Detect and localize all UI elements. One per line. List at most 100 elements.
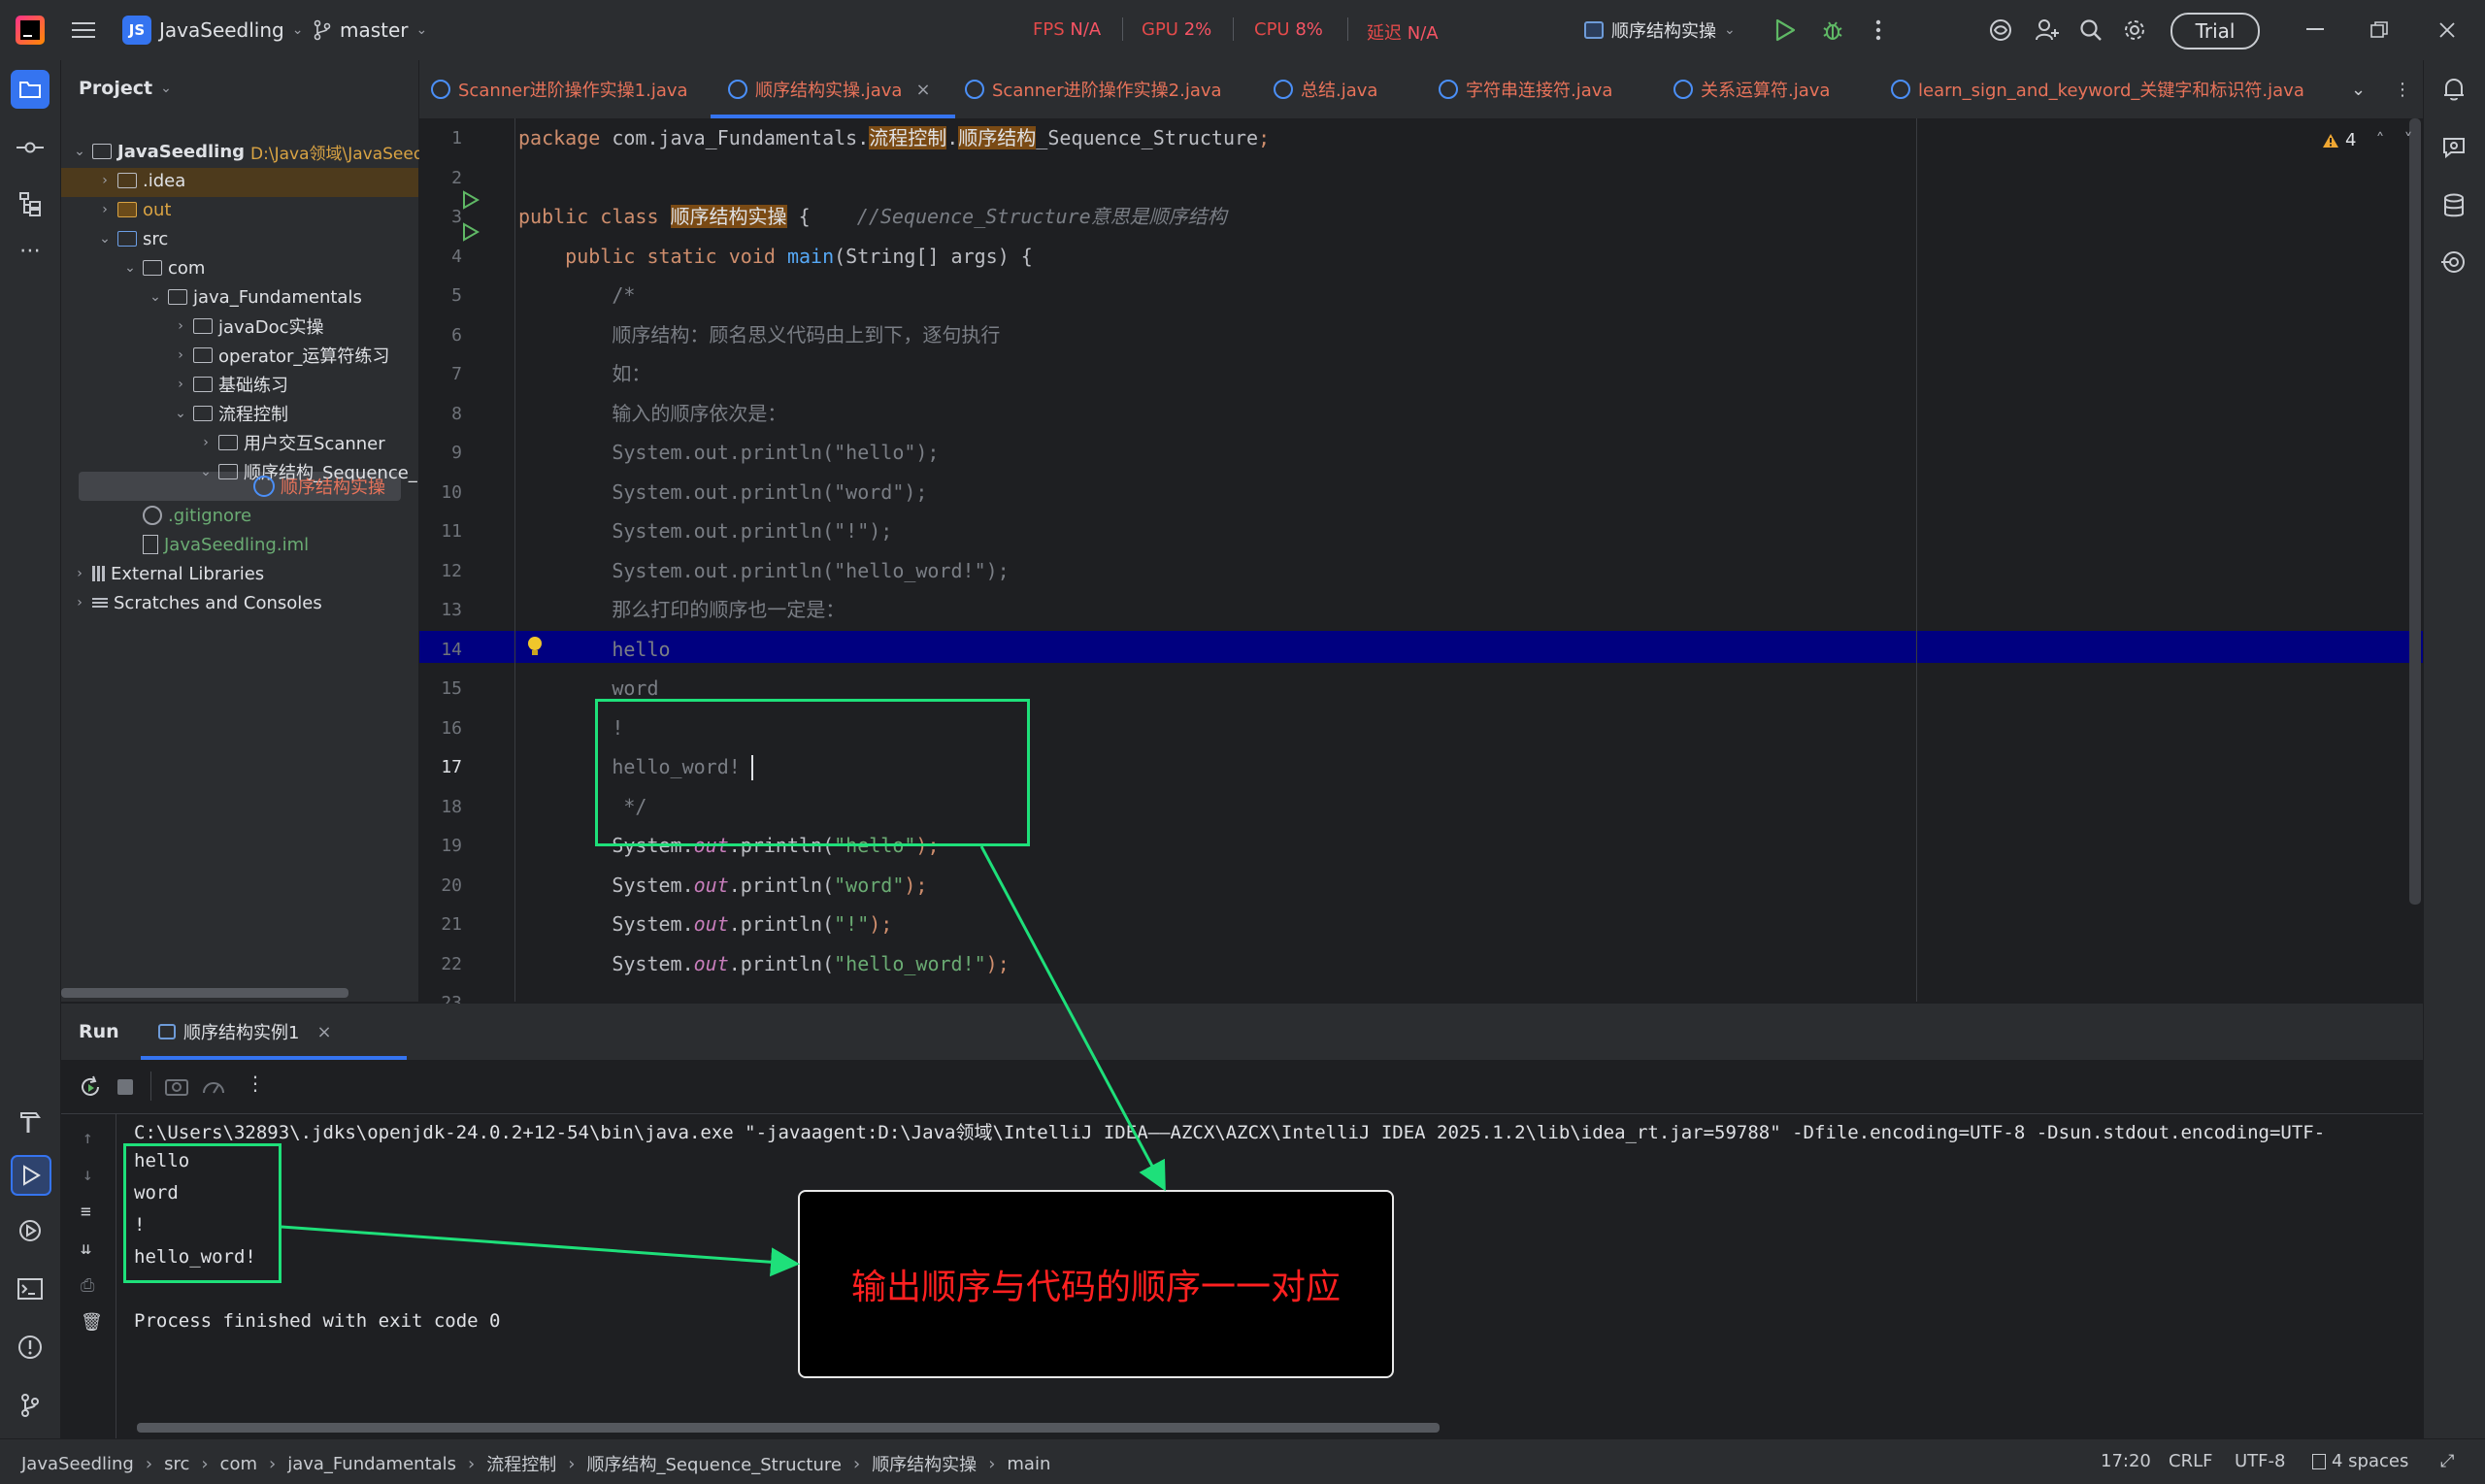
structure-tool-button[interactable] <box>13 186 48 221</box>
run-panel-title: Run <box>79 1021 119 1042</box>
tree-item-module[interactable]: ⌄ JavaSeedling D:\Java领域\JavaSeed <box>73 137 424 166</box>
run-button[interactable] <box>1774 0 1796 60</box>
soft-wrap-icon[interactable]: ≡ <box>81 1202 91 1222</box>
tree-item-scratches[interactable]: › Scratches and Consoles <box>73 588 322 617</box>
print-icon[interactable]: ⎙ <box>81 1275 94 1296</box>
scroll-up-icon[interactable]: ↑ <box>83 1128 93 1148</box>
lightbulb-icon[interactable] <box>526 636 544 657</box>
warning-icon <box>2323 133 2338 148</box>
run-tab[interactable]: 顺序结构实例1 × <box>158 1004 332 1060</box>
tree-item-iml[interactable]: JavaSeedling.iml <box>123 530 309 559</box>
main-menu-icon[interactable] <box>72 0 95 60</box>
tree-item-sequence-class[interactable]: 顺序结构实操 <box>253 472 385 501</box>
file-encoding[interactable]: UTF-8 <box>2235 1451 2285 1471</box>
problems-tool-button[interactable] <box>13 1330 48 1365</box>
scroll-down-icon[interactable]: ↓ <box>83 1165 93 1185</box>
caret-position[interactable]: 17:20 <box>2101 1451 2151 1471</box>
breadcrumb-item[interactable]: com <box>220 1454 257 1474</box>
breadcrumb-item[interactable]: main <box>1007 1454 1050 1474</box>
code-line: System.out.println("!"); <box>518 519 893 543</box>
chevron-down-icon: ⌄ <box>415 22 428 38</box>
gear-icon[interactable] <box>2122 0 2147 60</box>
chevron-down-icon[interactable]: ˅ <box>2403 130 2412 150</box>
branch-switcher[interactable]: master ⌄ <box>313 0 427 60</box>
database-icon[interactable] <box>2436 188 2471 223</box>
tab-string-concat[interactable]: 字符串连接符.java <box>1439 60 1612 118</box>
app-logo-icon[interactable] <box>16 0 45 60</box>
java-class-icon <box>1274 80 1293 99</box>
branch-name: master <box>340 18 409 42</box>
tab-keywords[interactable]: learn_sign_and_keyword_关键字和标识符.java <box>1891 60 2304 118</box>
services-tool-button[interactable] <box>13 1213 48 1248</box>
console-horizontal-scrollbar[interactable] <box>137 1423 1440 1433</box>
search-icon[interactable] <box>2079 0 2103 60</box>
restore-icon[interactable] <box>2370 0 2388 60</box>
breadcrumb-item[interactable]: JavaSeedling <box>21 1454 134 1474</box>
build-tool-button[interactable] <box>13 1105 48 1139</box>
tree-item-out[interactable]: › out <box>98 195 171 224</box>
tree-item-flow-control[interactable]: ⌄ 流程控制 <box>174 399 288 428</box>
tree-item-com[interactable]: ⌄ com <box>123 253 205 282</box>
tree-item-src[interactable]: ⌄ src <box>98 224 168 253</box>
run-main-gutter-icon[interactable] <box>462 222 480 242</box>
close-icon[interactable] <box>2438 0 2456 60</box>
tree-item-scanner[interactable]: › 用户交互Scanner <box>199 428 384 457</box>
breadcrumb-item[interactable]: 顺序结构实操 <box>872 1451 977 1476</box>
tab-relational[interactable]: 关系运算符.java <box>1673 60 1830 118</box>
terminal-tool-button[interactable] <box>13 1271 48 1306</box>
breadcrumb-item[interactable]: 流程控制 <box>486 1451 556 1476</box>
notifications-icon[interactable] <box>2436 72 2471 107</box>
project-panel-header[interactable]: Project ⌄ <box>79 78 172 99</box>
breadcrumb-item[interactable]: src <box>164 1454 189 1474</box>
breadcrumb-item[interactable]: java_Fundamentals <box>287 1454 456 1474</box>
run-tool-button[interactable] <box>11 1155 51 1196</box>
chevron-up-icon[interactable]: ˄ <box>2375 130 2384 150</box>
ai-chat-icon[interactable] <box>2436 130 2471 165</box>
readonly-lock-icon[interactable]: ⤢ <box>2440 1451 2454 1471</box>
trash-icon[interactable]: 🗑 <box>81 1312 103 1333</box>
code-editor[interactable]: 1234567891011121314151617181920212223242… <box>419 118 2423 1132</box>
debug-button[interactable] <box>1821 0 1844 60</box>
project-switcher[interactable]: JS JavaSeedling ⌄ <box>122 0 303 60</box>
more-actions-icon[interactable] <box>1875 0 1881 60</box>
close-tab-icon[interactable]: × <box>915 80 930 100</box>
tree-item-java-fundamentals[interactable]: ⌄ java_Fundamentals <box>149 282 362 312</box>
profiler-icon[interactable] <box>201 1075 226 1099</box>
breadcrumb-item[interactable]: 顺序结构_Sequence_Structure <box>586 1451 842 1476</box>
add-user-icon[interactable] <box>2035 0 2060 60</box>
horizontal-scrollbar[interactable] <box>61 988 348 998</box>
tab-summary[interactable]: 总结.java <box>1274 60 1377 118</box>
tabs-overflow-icon[interactable]: ⌄ <box>2351 60 2366 118</box>
vertical-scrollbar[interactable] <box>2409 118 2421 905</box>
ai-assistant-icon[interactable] <box>1988 0 2013 60</box>
tree-item-basics[interactable]: › 基础练习 <box>174 370 288 399</box>
close-tab-icon[interactable]: × <box>316 1022 331 1042</box>
minimize-icon[interactable] <box>2306 0 2326 60</box>
tab-actions-icon[interactable]: ⋮ <box>2394 60 2411 118</box>
commit-tool-button[interactable] <box>13 130 48 165</box>
tree-item-external-libraries[interactable]: › External Libraries <box>73 559 264 588</box>
tree-item-javadoc[interactable]: › javaDoc实操 <box>174 312 323 341</box>
camera-icon[interactable] <box>164 1075 189 1097</box>
scroll-to-end-icon[interactable]: ⇊ <box>81 1238 91 1259</box>
rerun-icon[interactable] <box>79 1075 102 1099</box>
tree-item-idea[interactable]: › .idea <box>98 166 185 195</box>
stop-icon[interactable] <box>116 1077 135 1097</box>
tree-item-operator[interactable]: › operator_运算符练习 <box>174 341 389 370</box>
tab-scanner-1[interactable]: Scanner进阶操作实操1.java <box>431 60 688 118</box>
more-tools-icon[interactable]: ⋯ <box>13 233 48 268</box>
tab-scanner-2[interactable]: Scanner进阶操作实操2.java <box>965 60 1222 118</box>
run-class-gutter-icon[interactable] <box>462 190 480 210</box>
project-tool-button[interactable] <box>11 70 50 109</box>
run-config-selector[interactable]: 顺序结构实操 ⌄ <box>1584 0 1736 60</box>
indent-setting[interactable]: 4 spaces <box>2312 1451 2408 1471</box>
tab-sequence-active[interactable]: 顺序结构实操.java × <box>728 60 931 118</box>
endpoints-icon[interactable] <box>2436 245 2471 280</box>
inspection-widget[interactable]: 4 ˄ ˅ <box>2322 130 2412 150</box>
tree-item-gitignore[interactable]: .gitignore <box>123 501 251 530</box>
code-area: package com.java_Fundamentals.流程控制.顺序结构_… <box>518 118 2363 1093</box>
line-separator[interactable]: CRLF <box>2169 1451 2212 1471</box>
git-tool-button[interactable] <box>13 1388 48 1423</box>
more-actions-icon[interactable]: ⋮ <box>246 1072 265 1095</box>
trial-button[interactable]: Trial <box>2170 13 2260 49</box>
